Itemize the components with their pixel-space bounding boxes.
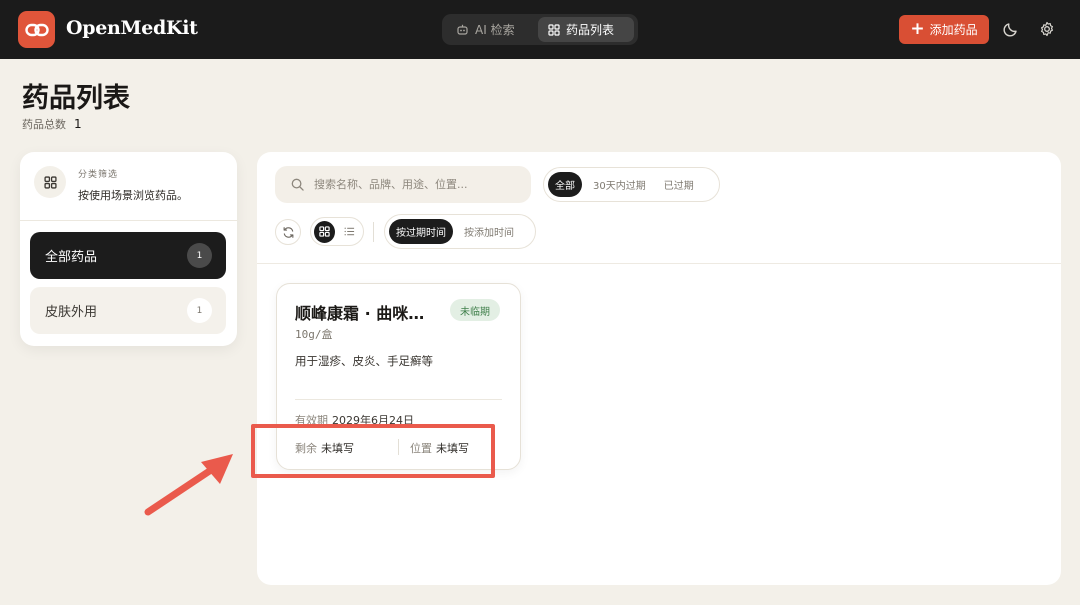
filter-description: 按使用场景浏览药品。 — [78, 189, 188, 202]
filter-icon-wrap — [34, 166, 66, 198]
category-sidebar: 分类筛选 按使用场景浏览药品。 全部药品 1 皮肤外用 1 — [20, 152, 237, 346]
sidebar-item-topical-skin[interactable]: 皮肤外用 1 — [30, 287, 226, 334]
theme-toggle-button[interactable] — [1001, 19, 1021, 39]
divider — [295, 399, 502, 400]
gear-icon — [1041, 21, 1053, 37]
robot-icon — [457, 24, 468, 35]
filter-all[interactable]: 全部 — [548, 172, 582, 197]
medicine-list-panel: 全部 30天内过期 已过期 — [257, 152, 1061, 585]
sidebar-item-all[interactable]: 全部药品 1 — [30, 232, 226, 279]
moon-icon — [1003, 23, 1017, 37]
medicine-usage: 用于湿疹、皮炎、手足癣等 — [295, 354, 433, 368]
total-label: 药品总数 — [22, 118, 66, 131]
toolbar-separator — [373, 222, 374, 242]
search-box[interactable] — [275, 166, 531, 203]
sort-by-added[interactable]: 按添加时间 — [457, 219, 521, 244]
add-medicine-label: 添加药品 — [929, 23, 978, 37]
category-count-badge: 1 — [187, 243, 212, 268]
category-count-badge: 1 — [187, 298, 212, 323]
filter-expired[interactable]: 已过期 — [657, 172, 701, 197]
top-bar: OpenMedKit AI 检索 药品列表 + 添加药品 — [0, 0, 1080, 59]
divider — [20, 220, 237, 221]
search-input[interactable] — [314, 178, 504, 191]
sidebar-item-label: 皮肤外用 — [45, 305, 98, 320]
medicine-name: 顺峰康霜 · 曲咪… — [295, 304, 425, 323]
plus-icon: + — [910, 19, 925, 39]
sidebar-item-label: 全部药品 — [45, 250, 98, 265]
sort-by-expiry[interactable]: 按过期时间 — [389, 219, 453, 244]
tab-medicine-list-label: 药品列表 — [566, 23, 615, 37]
grid-view-button[interactable] — [314, 220, 335, 243]
page-title: 药品列表 — [22, 83, 130, 114]
tab-ai-search[interactable]: AI 检索 — [446, 17, 536, 42]
divider — [257, 263, 1061, 264]
app-title: OpenMedKit — [66, 17, 198, 39]
tab-ai-search-label: AI 检索 — [475, 23, 515, 37]
settings-button[interactable] — [1037, 19, 1057, 39]
medicine-total: 药品总数 1 — [22, 116, 82, 132]
search-icon — [291, 178, 304, 191]
nav-segment: AI 检索 药品列表 — [442, 14, 638, 45]
total-value: 1 — [74, 117, 82, 131]
annotation-arrow-icon — [144, 454, 233, 516]
refresh-icon — [283, 226, 293, 238]
annotation-highlight-box — [251, 424, 495, 478]
medicine-spec: 10g/盒 — [295, 328, 333, 341]
view-mode-toggle — [310, 217, 364, 246]
grid-icon — [548, 23, 560, 36]
list-view-button[interactable] — [339, 221, 360, 243]
tab-medicine-list[interactable]: 药品列表 — [538, 17, 634, 42]
add-medicine-button[interactable]: + 添加药品 — [899, 15, 989, 44]
status-filter-group: 全部 30天内过期 已过期 — [543, 167, 720, 202]
sort-option-group: 按过期时间 按添加时间 — [384, 214, 536, 249]
grid-icon — [319, 226, 330, 237]
app-logo[interactable] — [18, 11, 55, 48]
status-badge: 未临期 — [450, 299, 500, 321]
list-icon — [344, 227, 355, 236]
grid-icon — [43, 175, 57, 189]
filter-expiring-30-days[interactable]: 30天内过期 — [586, 172, 653, 197]
link-icon — [24, 23, 49, 36]
filter-label: 分类筛选 — [78, 170, 119, 180]
refresh-button[interactable] — [275, 219, 301, 245]
